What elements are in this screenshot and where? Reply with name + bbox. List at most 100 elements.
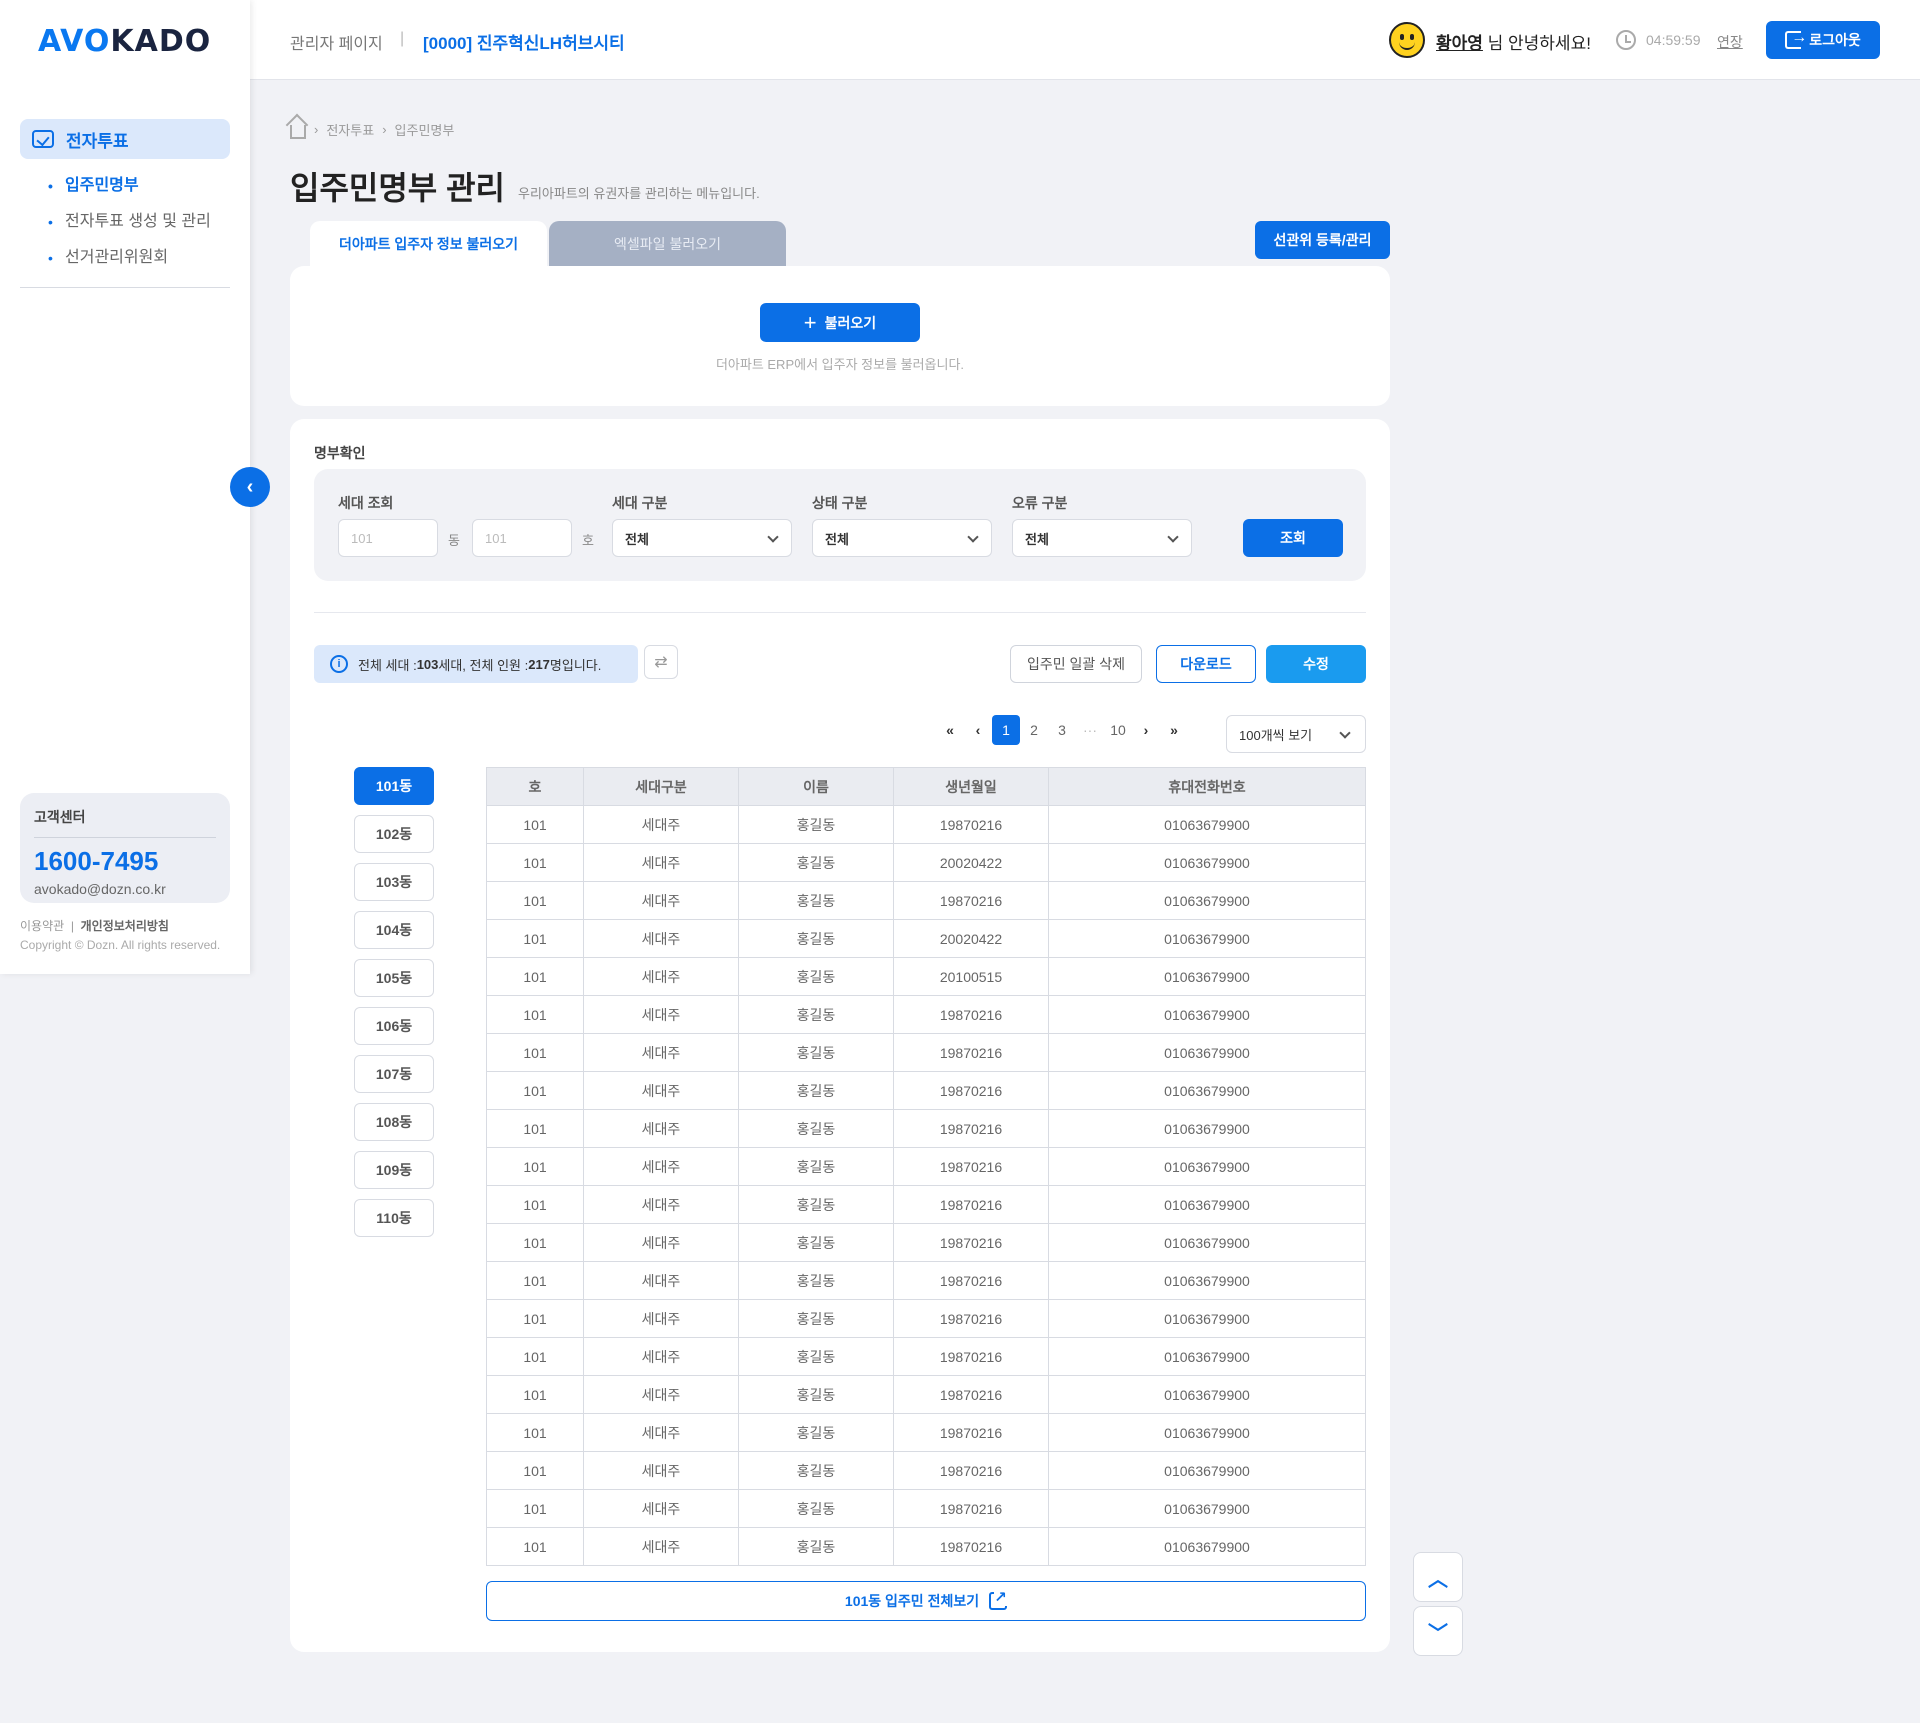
table-row[interactable]: 101 세대주 홍길동 19870216 01063679900 — [486, 995, 1366, 1034]
status-select[interactable]: 전체 — [812, 519, 992, 557]
table-row[interactable]: 101 세대주 홍길동 19870216 01063679900 — [486, 1147, 1366, 1186]
terms-link[interactable]: 이용약관 — [20, 919, 64, 933]
home-icon[interactable] — [290, 124, 306, 139]
dong-input[interactable]: 101 — [338, 519, 438, 557]
per-page-select[interactable]: 100개씩 보기 — [1226, 715, 1366, 753]
dong-list: 101동 102동 103동 104동 105동 106동 107동 108동 109동 110동 — [354, 767, 434, 1247]
sidebar-item-evote-manage[interactable]: 전자투표 생성 및 관리 — [48, 208, 211, 244]
ho-input[interactable]: 101 — [472, 519, 572, 557]
sidebar-item-evote[interactable]: 전자투표 — [20, 119, 230, 159]
col-household-type: 세대구분 — [583, 767, 739, 806]
list-title: 명부확인 — [314, 445, 366, 461]
site-name: [0000] 진주혁신LH허브시티 — [423, 34, 625, 53]
table-row[interactable]: 101 세대주 홍길동 19870216 01063679900 — [486, 1375, 1366, 1414]
extend-session-link[interactable]: 연장 — [1717, 32, 1743, 52]
page-10[interactable]: 10 — [1104, 715, 1132, 745]
privacy-link[interactable]: 개인정보처리방침 — [81, 919, 169, 933]
table-row[interactable]: 101 세대주 홍길동 20100515 01063679900 — [486, 957, 1366, 996]
error-value: 전체 — [1025, 531, 1049, 547]
table-row[interactable]: 101 세대주 홍길동 19870216 01063679900 — [486, 1451, 1366, 1490]
table-row[interactable]: 101 세대주 홍길동 19870216 01063679900 — [486, 1413, 1366, 1452]
greeting-text: 님 안녕하세요! — [1482, 34, 1591, 53]
cell-birthdate: 20020422 — [893, 843, 1049, 882]
table-row[interactable]: 101 세대주 홍길동 19870216 01063679900 — [486, 1299, 1366, 1338]
page-2[interactable]: 2 — [1020, 715, 1048, 745]
cell-ho: 101 — [486, 919, 584, 958]
breadcrumb-item-evote[interactable]: 전자투표 — [326, 120, 374, 139]
top-header: 관리자 페이지 | [0000] 진주혁신LH허브시티 황아영 님 안녕하세요!… — [250, 0, 1920, 80]
import-button[interactable]: + 불러오기 — [760, 303, 920, 342]
household-label: 세대 조회 — [338, 495, 394, 511]
cell-ho: 101 — [486, 1337, 584, 1376]
sidebar-item-resident-list[interactable]: 입주민명부 — [48, 172, 211, 208]
last-page-icon[interactable]: » — [1160, 715, 1188, 745]
cell-birthdate: 19870216 — [893, 1413, 1049, 1452]
page-1[interactable]: 1 — [992, 715, 1020, 745]
table-row[interactable]: 101 세대주 홍길동 19870216 01063679900 — [486, 1527, 1366, 1566]
tab-theapart-import[interactable]: 더아파트 입주자 정보 불러오기 — [310, 221, 547, 267]
scroll-bottom-button[interactable]: ﹀ — [1413, 1606, 1463, 1656]
sidebar-submenu: 입주민명부 전자투표 생성 및 관리 선거관리위원회 — [48, 172, 211, 280]
table-row[interactable]: 101 세대주 홍길동 19870216 01063679900 — [486, 805, 1366, 844]
dong-button[interactable]: 101동 — [354, 767, 434, 805]
bulk-delete-button[interactable]: 입주민 일괄 삭제 — [1010, 645, 1142, 683]
dong-button[interactable]: 110동 — [354, 1199, 434, 1237]
household-type-select[interactable]: 전체 — [612, 519, 792, 557]
logo[interactable]: AVO KADO — [38, 24, 211, 59]
prev-page-icon[interactable]: ‹ — [964, 715, 992, 745]
cell-household-type: 세대주 — [583, 1489, 739, 1528]
footer-links: 이용약관 | 개인정보처리방침 — [20, 919, 169, 933]
cell-phone: 01063679900 — [1048, 995, 1366, 1034]
cell-phone: 01063679900 — [1048, 1109, 1366, 1148]
scroll-top-button[interactable]: ︿ — [1413, 1552, 1463, 1602]
table-row[interactable]: 101 세대주 홍길동 20020422 01063679900 — [486, 843, 1366, 882]
first-page-icon[interactable]: « — [936, 715, 964, 745]
dong-button[interactable]: 105동 — [354, 959, 434, 997]
download-button[interactable]: 다운로드 — [1156, 645, 1256, 683]
next-page-icon[interactable]: › — [1132, 715, 1160, 745]
table-row[interactable]: 101 세대주 홍길동 19870216 01063679900 — [486, 1071, 1366, 1110]
user-name[interactable]: 황아영 — [1436, 34, 1483, 53]
table-row[interactable]: 101 세대주 홍길동 19870216 01063679900 — [486, 1223, 1366, 1262]
table-row[interactable]: 101 세대주 홍길동 19870216 01063679900 — [486, 1489, 1366, 1528]
dong-button[interactable]: 109동 — [354, 1151, 434, 1189]
cell-birthdate: 19870216 — [893, 1185, 1049, 1224]
swap-button[interactable]: ⇄ — [644, 645, 678, 679]
sidebar-collapse-button[interactable]: ‹ — [230, 467, 270, 507]
chevron-right-icon: › — [382, 122, 387, 137]
filter-box: 세대 조회 101 동 101 호 세대 구분 전체 상태 구분 전체 오류 구… — [314, 469, 1366, 581]
tab-excel-import[interactable]: 엑셀파일 불러오기 — [549, 221, 786, 267]
table-row[interactable]: 101 세대주 홍길동 19870216 01063679900 — [486, 1261, 1366, 1300]
table-row[interactable]: 101 세대주 홍길동 19870216 01063679900 — [486, 1033, 1366, 1072]
table-row[interactable]: 101 세대주 홍길동 19870216 01063679900 — [486, 1185, 1366, 1224]
edit-button[interactable]: 수정 — [1266, 645, 1366, 683]
logout-button[interactable]: 로그아웃 — [1766, 21, 1880, 59]
error-select[interactable]: 전체 — [1012, 519, 1192, 557]
sidebar-item-election-committee[interactable]: 선거관리위원회 — [48, 244, 211, 280]
dong-button[interactable]: 106동 — [354, 1007, 434, 1045]
cell-name: 홍길동 — [738, 1375, 894, 1414]
dong-button[interactable]: 104동 — [354, 911, 434, 949]
dong-button[interactable]: 108동 — [354, 1103, 434, 1141]
cell-household-type: 세대주 — [583, 1337, 739, 1376]
election-committee-button[interactable]: 선관위 등록/관리 — [1255, 221, 1390, 259]
cs-title: 고객센터 — [34, 807, 216, 838]
table-row[interactable]: 101 세대주 홍길동 19870216 01063679900 — [486, 881, 1366, 920]
dong-button[interactable]: 103동 — [354, 863, 434, 901]
cell-household-type: 세대주 — [583, 1527, 739, 1566]
view-all-button[interactable]: 101동 입주민 전체보기 — [486, 1581, 1366, 1621]
error-label: 오류 구분 — [1012, 495, 1068, 511]
table-row[interactable]: 101 세대주 홍길동 19870216 01063679900 — [486, 1337, 1366, 1376]
cell-household-type: 세대주 — [583, 1299, 739, 1338]
cell-birthdate: 19870216 — [893, 1223, 1049, 1262]
table-row[interactable]: 101 세대주 홍길동 20020422 01063679900 — [486, 919, 1366, 958]
dong-button[interactable]: 107동 — [354, 1055, 434, 1093]
table-row[interactable]: 101 세대주 홍길동 19870216 01063679900 — [486, 1109, 1366, 1148]
cell-birthdate: 19870216 — [893, 1527, 1049, 1566]
cell-name: 홍길동 — [738, 1185, 894, 1224]
page-3[interactable]: 3 — [1048, 715, 1076, 745]
dong-button[interactable]: 102동 — [354, 815, 434, 853]
cell-name: 홍길동 — [738, 1527, 894, 1566]
search-button[interactable]: 조회 — [1243, 519, 1343, 557]
cell-phone: 01063679900 — [1048, 881, 1366, 920]
